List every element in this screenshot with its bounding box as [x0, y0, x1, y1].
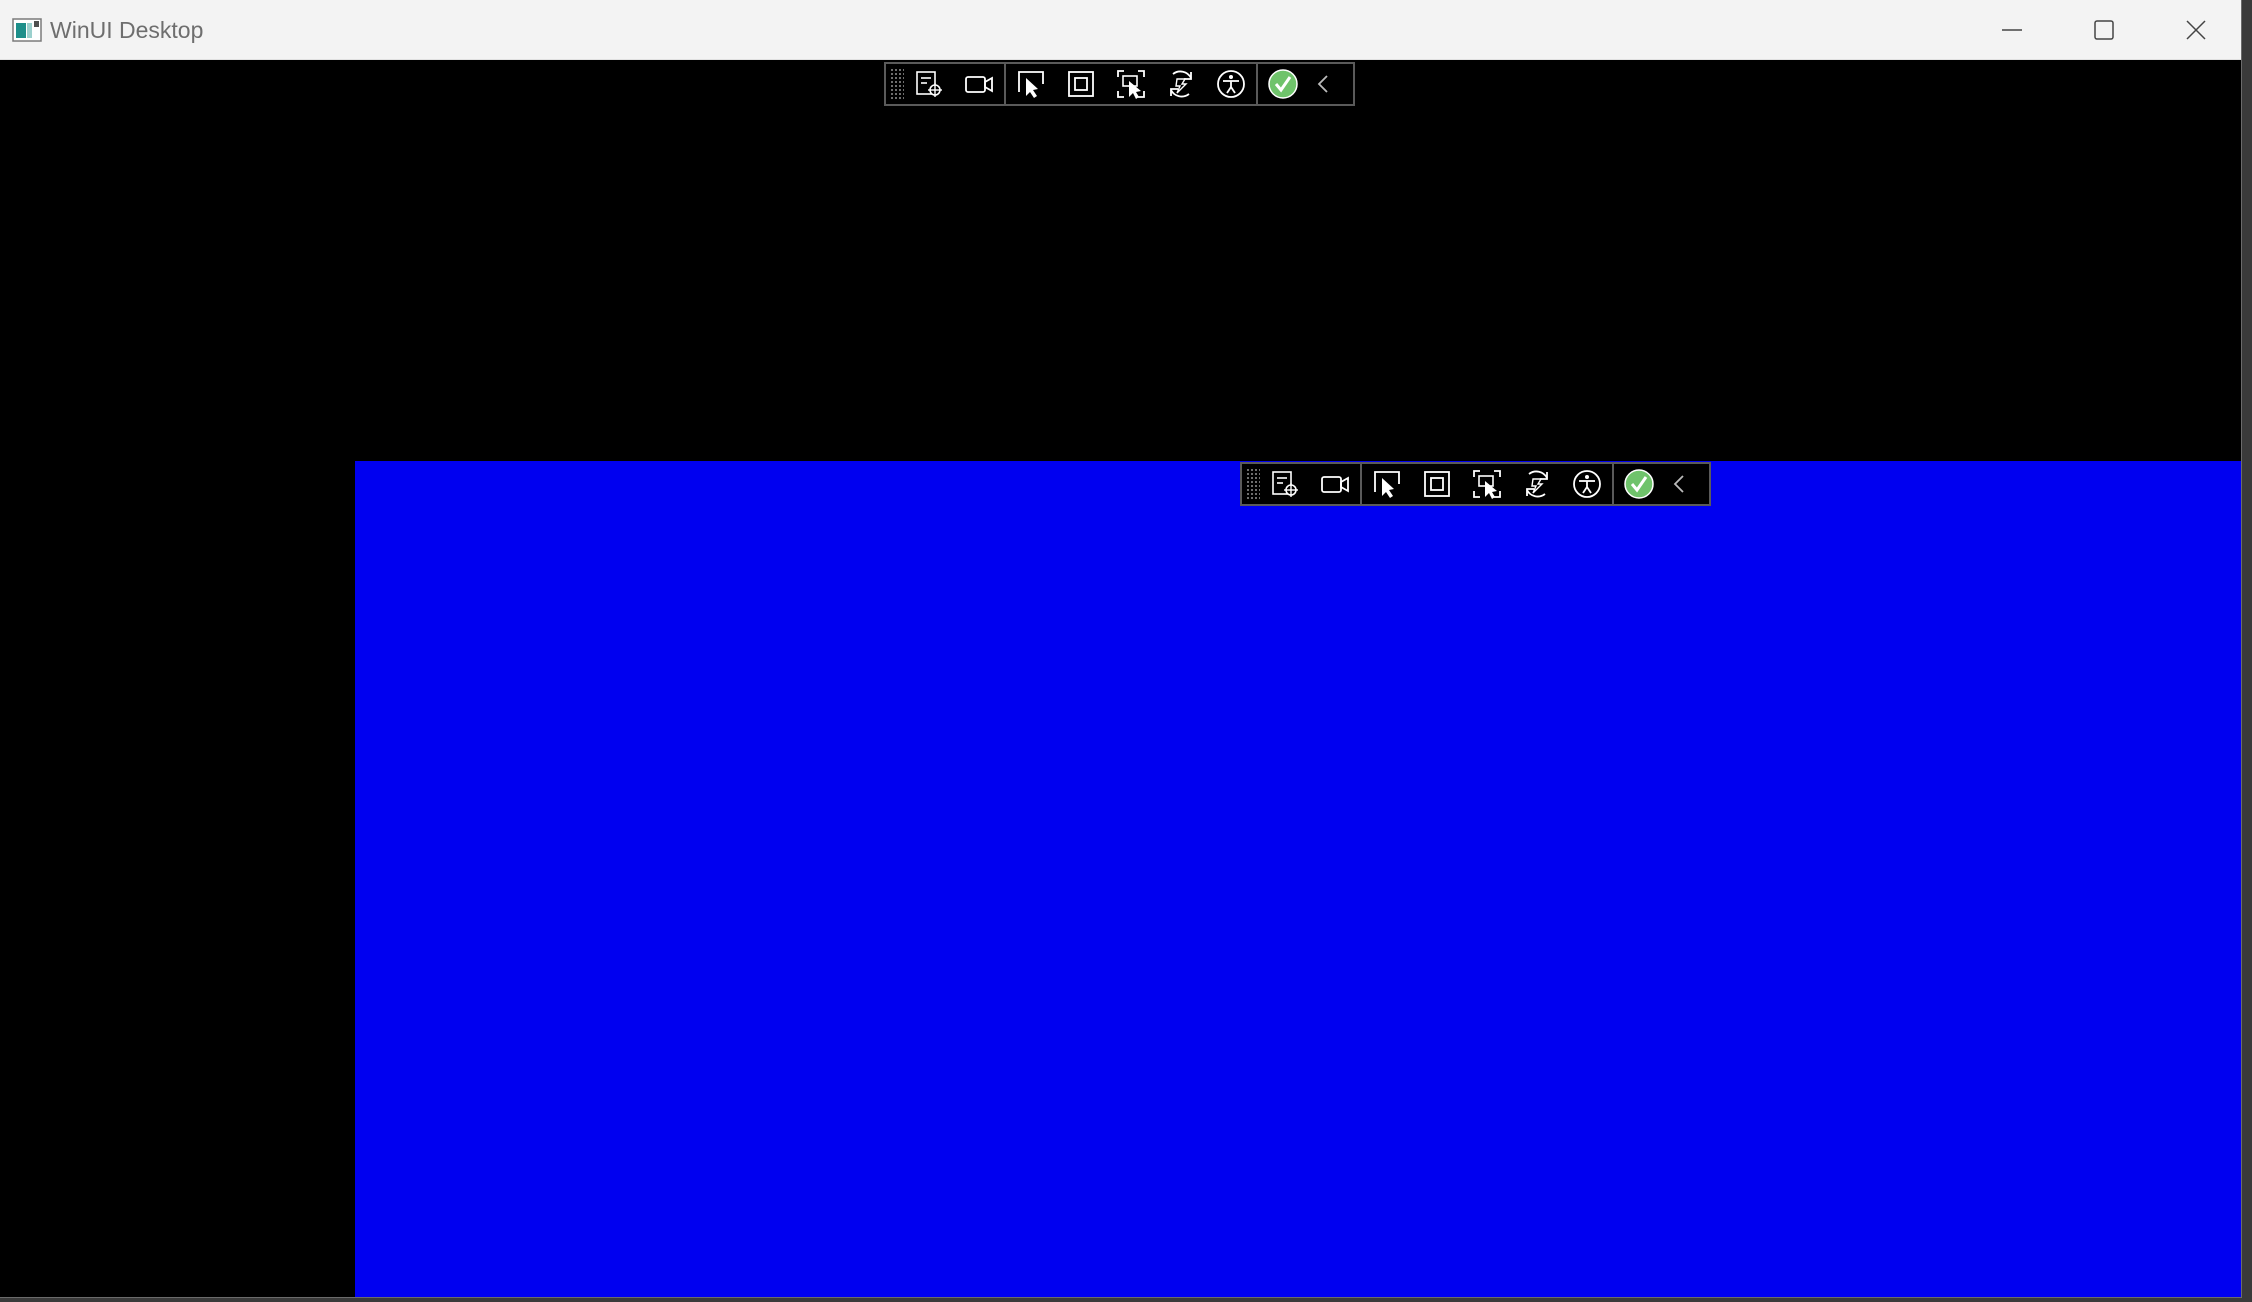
hot-reload-icon — [1170, 70, 1192, 98]
layout-adorner-icon — [1068, 71, 1094, 97]
maximize-icon — [2094, 20, 2114, 40]
accessibility-button[interactable] — [1206, 64, 1256, 104]
camera-icon — [1321, 476, 1349, 493]
track-focus-icon — [1473, 470, 1501, 499]
accessibility-button[interactable] — [1562, 464, 1612, 504]
hot-reload-icon — [1526, 470, 1548, 498]
track-focused-element-button[interactable] — [1462, 464, 1512, 504]
select-element-button[interactable] — [1362, 464, 1412, 504]
maximize-button[interactable] — [2058, 0, 2150, 60]
toolbar-grip-handle[interactable] — [890, 68, 904, 100]
track-focus-icon — [1117, 70, 1145, 99]
toolbar-grip-handle[interactable] — [1246, 468, 1260, 500]
camera-icon — [965, 76, 993, 93]
check-circle-icon — [1268, 69, 1298, 99]
hot-reload-button[interactable] — [1156, 64, 1206, 104]
select-element-icon — [1374, 471, 1400, 498]
in-app-debug-toolbar[interactable] — [884, 62, 1355, 106]
record-button[interactable] — [1310, 464, 1360, 504]
record-button[interactable] — [954, 64, 1004, 104]
accessibility-icon — [1217, 70, 1245, 98]
select-element-icon — [1018, 71, 1044, 98]
live-visual-tree-button[interactable] — [1260, 464, 1310, 504]
in-app-debug-toolbar[interactable] — [1240, 462, 1711, 506]
layout-adorner-icon — [1424, 471, 1450, 497]
collapse-toolbar-button[interactable] — [1308, 64, 1338, 104]
close-icon — [2186, 20, 2206, 40]
minimize-button[interactable] — [1966, 0, 2058, 60]
blue-panel — [355, 461, 2241, 1297]
track-focused-element-button[interactable] — [1106, 64, 1156, 104]
visual-tree-icon — [916, 71, 942, 97]
accessibility-icon — [1573, 470, 1601, 498]
display-layout-adorners-button[interactable] — [1056, 64, 1106, 104]
chevron-left-icon — [1673, 475, 1684, 493]
binding-status-ok-button[interactable] — [1258, 64, 1308, 104]
hot-reload-button[interactable] — [1512, 464, 1562, 504]
title-bar[interactable]: WinUI Desktop — [0, 0, 2241, 60]
binding-status-ok-button[interactable] — [1614, 464, 1664, 504]
minimize-icon — [2002, 29, 2022, 31]
live-visual-tree-button[interactable] — [904, 64, 954, 104]
chevron-left-icon — [1317, 75, 1328, 93]
visual-tree-icon — [1272, 471, 1298, 497]
close-button[interactable] — [2150, 0, 2241, 60]
window-title: WinUI Desktop — [50, 17, 204, 43]
collapse-toolbar-button[interactable] — [1664, 464, 1694, 504]
winui-app-icon — [12, 18, 42, 42]
window-content — [0, 60, 2241, 1297]
app-window: WinUI Desktop — [0, 0, 2242, 1298]
check-circle-icon — [1624, 469, 1654, 499]
select-element-button[interactable] — [1006, 64, 1056, 104]
display-layout-adorners-button[interactable] — [1412, 464, 1462, 504]
